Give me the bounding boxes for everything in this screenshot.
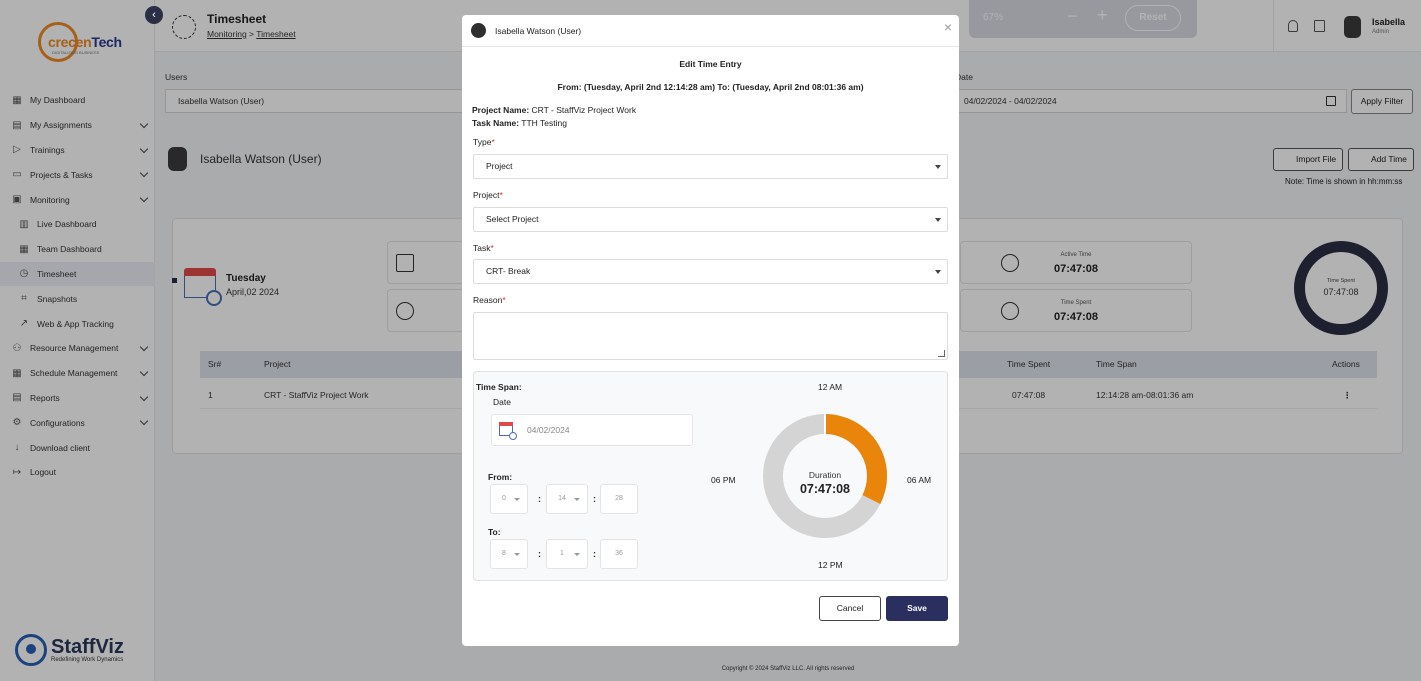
task-name-label: Task Name:	[472, 118, 520, 128]
date-label: Date	[493, 397, 511, 407]
from-label: From:	[488, 472, 513, 482]
project-label: Project*	[473, 190, 503, 200]
close-icon[interactable]: ×	[941, 20, 955, 34]
modal-header: Isabella Watson (User) ×	[462, 15, 959, 47]
sidebar-collapse-button[interactable]: ‹	[145, 6, 163, 24]
type-label: Type*	[473, 137, 495, 147]
colon: :	[538, 549, 541, 559]
to-hour-select[interactable]: 8	[490, 539, 528, 569]
project-name-value: CRT - StaffViz Project Work	[529, 105, 637, 115]
from-minute-value: 14	[558, 495, 566, 502]
cancel-button[interactable]: Cancel	[819, 596, 881, 621]
from-minute-select[interactable]: 14	[546, 484, 588, 514]
date-value: 04/02/2024	[527, 425, 570, 435]
colon: :	[538, 494, 541, 504]
reason-label: Reason*	[473, 295, 506, 305]
to-second-value: 36	[615, 550, 623, 557]
caret-down-icon	[574, 553, 580, 556]
colon: :	[593, 549, 596, 559]
required-mark: *	[490, 243, 494, 253]
task-value: CRT- Break	[486, 266, 531, 276]
caret-down-icon	[514, 553, 520, 556]
clock-label-6pm: 06 PM	[711, 475, 736, 485]
reason-label-text: Reason	[473, 295, 503, 305]
task-name-value: TTH Testing	[519, 118, 567, 128]
to-second-select[interactable]: 36	[600, 539, 638, 569]
to-minute-value: 1	[560, 550, 564, 557]
time-span-panel: Time Span: Date 04/02/2024 From: 0 : 14 …	[473, 371, 948, 581]
task-label-text: Task	[473, 243, 491, 253]
project-name-info: Project Name: CRT - StaffViz Project Wor…	[472, 105, 636, 115]
from-hour-select[interactable]: 0	[490, 484, 528, 514]
edit-time-entry-modal: Isabella Watson (User) × Edit Time Entry…	[462, 15, 959, 646]
clock-label-12pm: 12 PM	[818, 560, 843, 570]
type-label-text: Type	[473, 137, 492, 147]
resize-handle-icon[interactable]	[938, 350, 945, 357]
project-label-text: Project	[473, 190, 500, 200]
clock-label-12am: 12 AM	[818, 382, 843, 392]
from-second-value: 28	[615, 495, 623, 502]
task-label: Task*	[473, 243, 494, 253]
project-value: Select Project	[486, 214, 539, 224]
type-value: Project	[486, 161, 513, 171]
duration-donut: Duration 07:47:08	[761, 412, 889, 540]
modal-title: Edit Time Entry	[679, 59, 742, 69]
caret-down-icon	[574, 498, 580, 501]
colon: :	[593, 494, 596, 504]
required-mark: *	[502, 295, 506, 305]
duration-label: Duration	[808, 470, 842, 480]
required-mark: *	[499, 190, 503, 200]
caret-down-icon	[514, 498, 520, 501]
date-input[interactable]: 04/02/2024	[491, 414, 693, 446]
calendar-clock-icon	[499, 422, 517, 440]
duration-value: 07:47:08	[799, 482, 851, 496]
clock-label-6am: 06 AM	[907, 475, 932, 485]
task-name-info: Task Name: TTH Testing	[472, 118, 567, 128]
to-minute-select[interactable]: 1	[546, 539, 588, 569]
entry-time-range: From: (Tuesday, April 2nd 12:14:28 am) T…	[557, 82, 864, 92]
to-label: To:	[488, 527, 501, 537]
save-button[interactable]: Save	[886, 596, 948, 621]
modal-user-name: Isabella Watson (User)	[495, 26, 582, 36]
required-mark: *	[491, 137, 495, 147]
avatar	[471, 23, 486, 38]
caret-down-icon	[935, 270, 941, 274]
time-span-label: Time Span:	[476, 382, 522, 392]
project-select[interactable]: Select Project	[473, 207, 948, 232]
project-name-label: Project Name:	[472, 105, 530, 115]
caret-down-icon	[935, 218, 941, 222]
reason-textarea[interactable]	[473, 312, 948, 360]
task-select[interactable]: CRT- Break	[473, 259, 948, 284]
caret-down-icon	[935, 165, 941, 169]
from-second-select[interactable]: 28	[600, 484, 638, 514]
type-select[interactable]: Project	[473, 154, 948, 179]
